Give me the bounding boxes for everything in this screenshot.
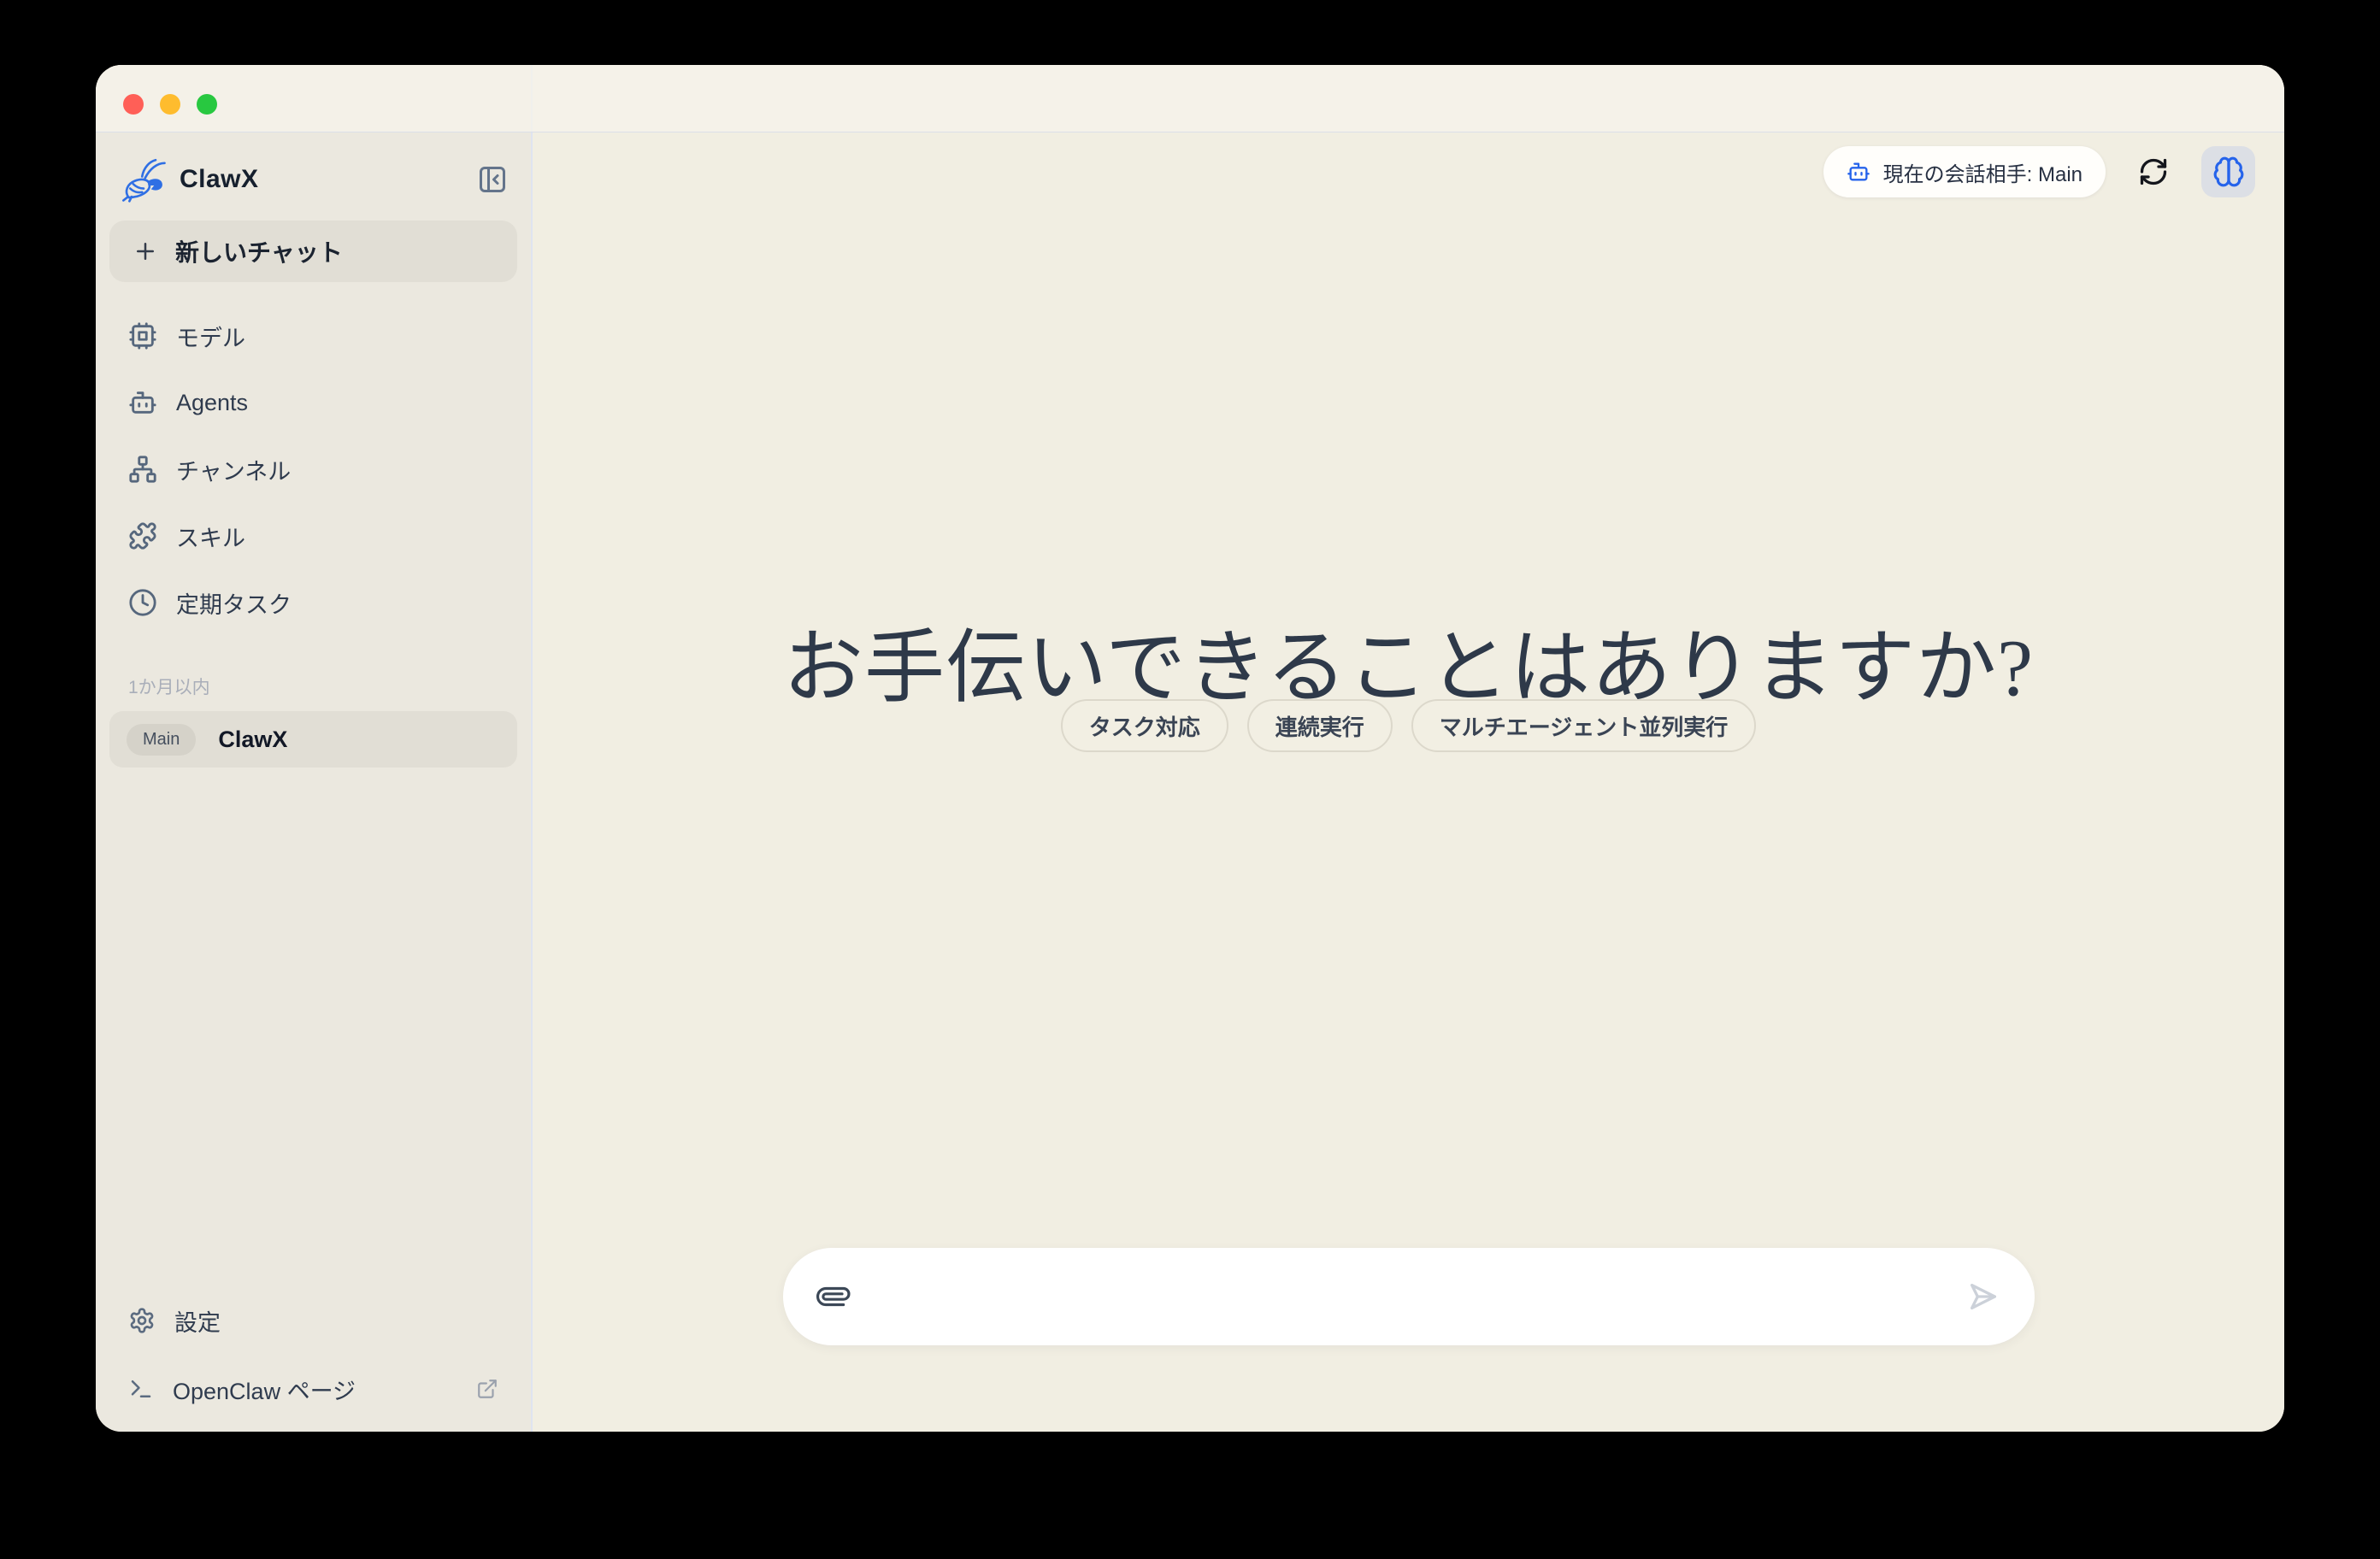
gear-icon xyxy=(128,1307,156,1334)
refresh-icon xyxy=(2138,156,2169,187)
close-window-button[interactable] xyxy=(123,94,144,115)
sidebar-item-label: チャンネル xyxy=(176,453,291,486)
sidebar-item-label: 定期タスク xyxy=(176,586,292,620)
new-chat-label: 新しいチャット xyxy=(175,234,343,268)
message-composer xyxy=(783,1248,2035,1345)
sidebar-item-scheduled-tasks[interactable]: 定期タスク xyxy=(96,569,531,636)
terminal-icon xyxy=(128,1376,154,1402)
network-icon xyxy=(128,455,157,484)
brain-button[interactable] xyxy=(2201,146,2255,197)
sidebar-footer: 設定 OpenClaw ページ xyxy=(96,1290,531,1432)
sidebar-nav: モデル Agents xyxy=(96,303,531,636)
sidebar-spacer xyxy=(96,768,531,1290)
clawx-window: ClawX 新しいチャット xyxy=(96,65,2284,1432)
chat-history-item[interactable]: Main ClawX xyxy=(109,711,517,768)
sidebar-collapse-button[interactable] xyxy=(476,163,509,196)
openclaw-page-label: OpenClaw ページ xyxy=(173,1373,356,1406)
sidebar-item-settings[interactable]: 設定 xyxy=(96,1290,531,1351)
plus-icon xyxy=(133,238,158,264)
sidebar-header: ClawX xyxy=(96,152,531,207)
new-chat-button[interactable]: 新しいチャット xyxy=(109,221,517,282)
sidebar-item-skills[interactable]: スキル xyxy=(96,503,531,569)
pill-multi-agent-parallel[interactable]: マルチエージェント並列実行 xyxy=(1411,699,1756,752)
cpu-icon xyxy=(128,321,157,350)
header-controls: 現在の会話相手: Main xyxy=(1823,146,2255,197)
attach-button[interactable] xyxy=(817,1280,850,1313)
gateway-status-text: ゲートウェイ 接続済み | ポート: 18789 | pid: 69319 xyxy=(829,1429,1280,1432)
desktop: ClawX 新しいチャット xyxy=(0,0,2380,1559)
puzzle-icon xyxy=(128,521,157,550)
window-titlebar[interactable] xyxy=(96,65,2284,132)
sidebar-item-models[interactable]: モデル xyxy=(96,303,531,369)
send-button[interactable] xyxy=(1966,1280,2000,1314)
paperclip-icon xyxy=(810,1274,857,1320)
clock-icon xyxy=(128,588,157,617)
chat-title: ClawX xyxy=(218,727,287,753)
refresh-button[interactable] xyxy=(2138,156,2169,187)
main-area: 現在の会話相手: Main xyxy=(533,65,2284,1432)
current-conversation-label: 現在の会話相手: Main xyxy=(1883,157,2082,187)
zoom-window-button[interactable] xyxy=(197,94,217,115)
external-link-icon xyxy=(476,1378,498,1400)
gateway-statusbar: ゲートウェイ 接続済み | ポート: 18789 | pid: 69319 xyxy=(783,1429,2035,1432)
sidebar-item-agents[interactable]: Agents xyxy=(96,369,531,436)
send-icon xyxy=(1966,1280,2000,1314)
sidebar: ClawX 新しいチャット xyxy=(96,65,533,1432)
suggestion-pills: タスク対応 連続実行 マルチエージェント並列実行 xyxy=(533,699,2284,752)
sidebar-item-label: Agents xyxy=(176,390,248,416)
current-conversation-badge[interactable]: 現在の会話相手: Main xyxy=(1823,146,2106,197)
sidebar-item-label: モデル xyxy=(176,320,245,353)
traffic-lights xyxy=(123,94,217,115)
lobster-logo-icon xyxy=(120,156,168,203)
chat-agent-badge: Main xyxy=(127,724,196,756)
brain-icon xyxy=(2212,156,2245,188)
bot-icon xyxy=(128,388,157,417)
bot-icon xyxy=(1847,160,1870,184)
message-input[interactable] xyxy=(870,1283,1946,1311)
sidebar-item-label: スキル xyxy=(176,520,245,553)
minimize-window-button[interactable] xyxy=(160,94,180,115)
sidebar-item-openclaw-page[interactable]: OpenClaw ページ xyxy=(96,1358,531,1420)
settings-label: 設定 xyxy=(174,1304,221,1338)
pill-task-support[interactable]: タスク対応 xyxy=(1061,699,1228,752)
sidebar-item-channels[interactable]: チャンネル xyxy=(96,436,531,503)
app-title: ClawX xyxy=(180,165,259,194)
pill-continuous-run[interactable]: 連続実行 xyxy=(1247,699,1393,752)
panel-collapse-icon xyxy=(477,164,508,195)
history-section-label: 1か月以内 xyxy=(128,674,531,699)
